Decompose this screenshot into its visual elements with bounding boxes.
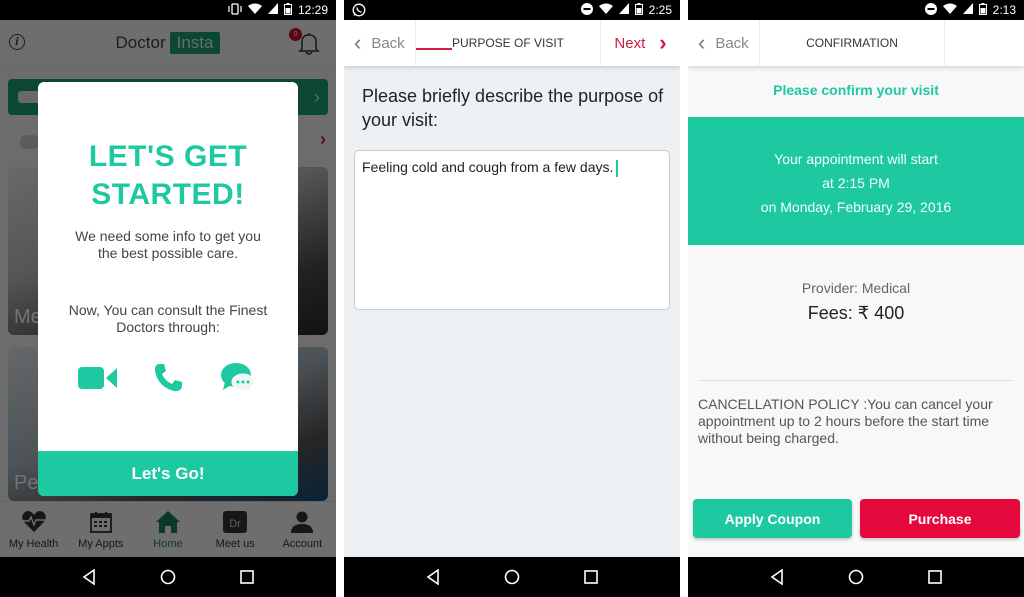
status-time: 2:25 (648, 3, 672, 17)
fees-text: Fees: ₹ 400 (807, 303, 905, 323)
battery-icon (634, 2, 643, 18)
wifi-icon (942, 3, 957, 18)
purpose-textarea[interactable]: Feeling cold and cough from a few days. (354, 150, 670, 310)
signal-icon (618, 3, 629, 17)
next-button[interactable]: Next › (600, 20, 680, 66)
header-spacer (944, 20, 1024, 66)
status-time: 12:29 (297, 3, 328, 17)
chevron-left-icon: ‹ (354, 30, 362, 55)
appointment-banner: Your appointment will start at 2:15 PM o… (688, 117, 1024, 245)
status-bar: 2:13 (688, 0, 1024, 20)
screen-header: ‹ Back CONFIRMATION (688, 20, 1024, 66)
phone-screen-welcome: 12:29 i Doctor Insta 0 › › Me Pe (0, 0, 336, 597)
status-time: 2:13 (992, 3, 1016, 17)
provider-text: Provider: Medical (801, 280, 911, 296)
wifi-icon (247, 3, 262, 18)
chevron-left-icon: ‹ (698, 30, 706, 55)
whatsapp-icon (352, 3, 366, 20)
nav-home-icon[interactable] (846, 567, 866, 587)
appointment-line-1: Your appointment will start (774, 151, 938, 167)
signal-icon (267, 3, 278, 17)
phone-screen-purpose: 2:25 ‹ Back PURPOSE OF VISIT Next › Plea… (344, 0, 680, 597)
back-button[interactable]: ‹ Back (688, 20, 760, 66)
phone-screen-confirmation: 2:13 ‹ Back CONFIRMATION Please confirm … (688, 0, 1024, 597)
modal-subtitle: We need some info to get you the best po… (75, 228, 261, 261)
nav-back-icon[interactable] (423, 567, 443, 587)
cancellation-policy: CANCELLATION POLICY :You can cancel your… (698, 396, 993, 446)
battery-icon (978, 2, 987, 18)
nav-recents-icon[interactable] (925, 567, 945, 587)
wifi-icon (598, 3, 613, 18)
chevron-right-icon: › (659, 30, 667, 55)
screen-title: CONFIRMATION (806, 36, 898, 50)
nav-home-icon[interactable] (158, 567, 178, 587)
back-label: Back (715, 34, 749, 52)
text-cursor (616, 159, 619, 177)
android-nav-bar (0, 557, 336, 597)
chat-bubble-icon[interactable] (218, 360, 258, 396)
next-label: Next (614, 34, 646, 52)
do-not-disturb-icon (924, 2, 937, 18)
apply-coupon-button[interactable]: Apply Coupon (693, 499, 852, 538)
status-bar: 2:25 (344, 0, 680, 20)
purpose-question: Please briefly describe the purpose of y… (362, 86, 664, 130)
back-button[interactable]: ‹ Back (344, 20, 416, 66)
back-label: Back (371, 34, 405, 52)
screen-header: ‹ Back PURPOSE OF VISIT Next › (344, 20, 680, 66)
status-bar: 12:29 (0, 0, 336, 20)
consult-methods (38, 360, 298, 396)
modal-title: LET'S GET STARTED! (88, 140, 248, 211)
phone-icon[interactable] (148, 360, 188, 396)
modal-consult-text: Now, You can consult the Finest Doctors … (68, 302, 268, 335)
video-camera-icon[interactable] (78, 360, 118, 396)
nav-recents-icon[interactable] (237, 567, 257, 587)
step-progress-indicator (416, 48, 452, 50)
nav-back-icon[interactable] (79, 567, 99, 587)
nav-back-icon[interactable] (767, 567, 787, 587)
nav-home-icon[interactable] (502, 567, 522, 587)
android-nav-bar (344, 557, 680, 597)
appointment-date: on Monday, February 29, 2016 (760, 199, 952, 215)
lets-go-button[interactable]: Let's Go! (38, 451, 298, 496)
appointment-time: at 2:15 PM (822, 175, 890, 191)
welcome-modal: LET'S GET STARTED! We need some info to … (38, 82, 298, 496)
battery-icon (283, 2, 292, 18)
purchase-button[interactable]: Purchase (860, 499, 1020, 538)
signal-icon (962, 3, 973, 17)
confirm-heading: Please confirm your visit (773, 82, 939, 98)
nav-recents-icon[interactable] (581, 567, 601, 587)
android-nav-bar (688, 557, 1024, 597)
divider (700, 380, 1012, 381)
do-not-disturb-icon (580, 2, 593, 18)
purpose-text-value: Feeling cold and cough from a few days. (362, 159, 614, 175)
vibrate-icon (228, 2, 242, 18)
